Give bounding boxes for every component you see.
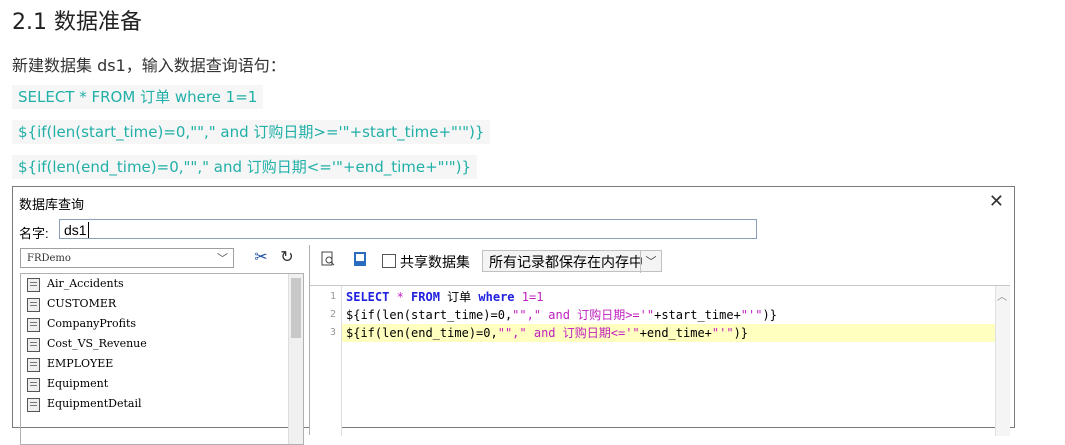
table-name: Equipment — [47, 377, 109, 390]
table-icon — [27, 318, 40, 332]
chevron-down-icon: ﹀ — [640, 251, 661, 273]
share-dataset-label: 共享数据集 — [400, 254, 470, 270]
parameter-ref: +end_time+ — [639, 326, 712, 340]
database-query-dialog: 数据库查询 ✕ 名字: ds1 FRDemo ﹀ ✂ ↻ Air_Acciden… — [12, 186, 1015, 445]
chevron-down-icon: ﹀ — [217, 252, 228, 265]
table-name: CUSTOMER — [47, 297, 117, 310]
table-list: Air_Accidents CUSTOMER CompanyProfits Co… — [20, 273, 304, 445]
doc-heading: 2.1 数据准备 — [12, 10, 142, 35]
editor-scrollbar[interactable]: ︿ — [995, 286, 1010, 436]
code-line-2: ${if(len(start_time)=0,""," and 订购日期>='"… — [342, 306, 996, 324]
table-icon — [27, 398, 40, 412]
datasource-pane: FRDemo ﹀ ✂ ↻ Air_Accidents CUSTOMER Comp… — [18, 245, 304, 445]
table-item[interactable]: CompanyProfits — [21, 314, 303, 334]
table-name: CompanyProfits — [47, 317, 137, 330]
share-dataset-checkbox[interactable] — [382, 254, 396, 268]
formula-end: )} — [733, 326, 749, 340]
table-item[interactable]: Air_Accidents — [21, 274, 303, 294]
memory-mode-select[interactable]: 所有记录都保存在内存中 ﹀ — [482, 250, 662, 273]
string-literal: "'" — [711, 326, 734, 340]
keyword: FROM — [411, 290, 440, 304]
chevron-up-icon[interactable]: ︿ — [997, 288, 1007, 303]
line-number-gutter: 1 2 3 — [310, 286, 342, 436]
line-number: 1 — [329, 291, 336, 302]
table-item[interactable]: EMPLOYEE — [21, 354, 303, 374]
string-literal: ""," and 订购日期<='" — [497, 326, 640, 340]
table-name: EMPLOYEE — [47, 357, 114, 370]
table-item[interactable]: Equipment — [21, 374, 303, 394]
string-literal: ""," and 订购日期>='" — [512, 308, 655, 322]
name-value: ds1 — [64, 222, 87, 238]
table-icon — [27, 278, 40, 292]
sql-editor[interactable]: 1 2 3 SELECT * FROM 订单 where 1=1 ${if(le… — [310, 285, 1010, 436]
table-list-scrollbar[interactable] — [288, 274, 303, 444]
table-icon — [27, 358, 40, 372]
keyword: SELECT — [346, 290, 390, 304]
tools-icon[interactable]: ✂ — [250, 247, 272, 269]
preview-icon[interactable] — [318, 251, 338, 271]
parameter-ref: +start_time+ — [654, 308, 741, 322]
datasource-value: FRDemo — [27, 253, 71, 264]
table-name: EquipmentDetail — [47, 397, 142, 410]
query-pane: 共享数据集 所有记录都保存在内存中 ﹀ 1 2 3 SELECT * FROM … — [309, 245, 1012, 436]
table-icon — [27, 338, 40, 352]
table-name: Cost_VS_Revenue — [47, 337, 147, 350]
dialog-title: 数据库查询 — [19, 197, 85, 212]
string-literal: "'" — [740, 308, 763, 322]
parameter-icon[interactable] — [350, 251, 370, 271]
table-name: Air_Accidents — [47, 277, 124, 290]
sql-line-2: ${if(len(start_time)=0,""," and 订购日期>='"… — [12, 120, 491, 144]
name-input[interactable]: ds1 — [59, 219, 757, 239]
refresh-icon[interactable]: ↻ — [276, 247, 298, 269]
table-item[interactable]: CUSTOMER — [21, 294, 303, 314]
operator: * — [389, 290, 412, 304]
code-line-3: ${if(len(end_time)=0,""," and 订购日期<='"+e… — [342, 324, 996, 342]
table-icon — [27, 298, 40, 312]
close-icon[interactable]: ✕ — [989, 191, 1004, 212]
memory-mode-value: 所有记录都保存在内存中 — [489, 254, 643, 270]
table-icon — [27, 378, 40, 392]
code-line-1: SELECT * FROM 订单 where 1=1 — [342, 288, 996, 306]
formula-end: )} — [762, 308, 777, 322]
table-item[interactable]: EquipmentDetail — [21, 394, 303, 414]
formula-start: ${if(len(start_time)=0, — [346, 308, 513, 322]
line-number: 3 — [329, 327, 336, 338]
doc-intro: 新建数据集 ds1，输入数据查询语句： — [12, 56, 286, 75]
scrollbar-thumb[interactable] — [291, 278, 301, 338]
datasource-select[interactable]: FRDemo ﹀ — [20, 248, 234, 268]
table-ident: 订单 — [439, 290, 479, 304]
condition: 1=1 — [514, 290, 544, 304]
text-cursor — [87, 222, 89, 238]
sql-line-3: ${if(len(end_time)=0,""," and 订购日期<='"+e… — [12, 155, 478, 179]
sql-line-1: SELECT * FROM 订单 where 1=1 — [12, 85, 264, 109]
formula-start: ${if(len(end_time)=0, — [346, 326, 498, 340]
keyword: where — [478, 290, 515, 304]
table-item[interactable]: Cost_VS_Revenue — [21, 334, 303, 354]
line-number: 2 — [329, 309, 336, 320]
name-label: 名字: — [19, 226, 49, 241]
